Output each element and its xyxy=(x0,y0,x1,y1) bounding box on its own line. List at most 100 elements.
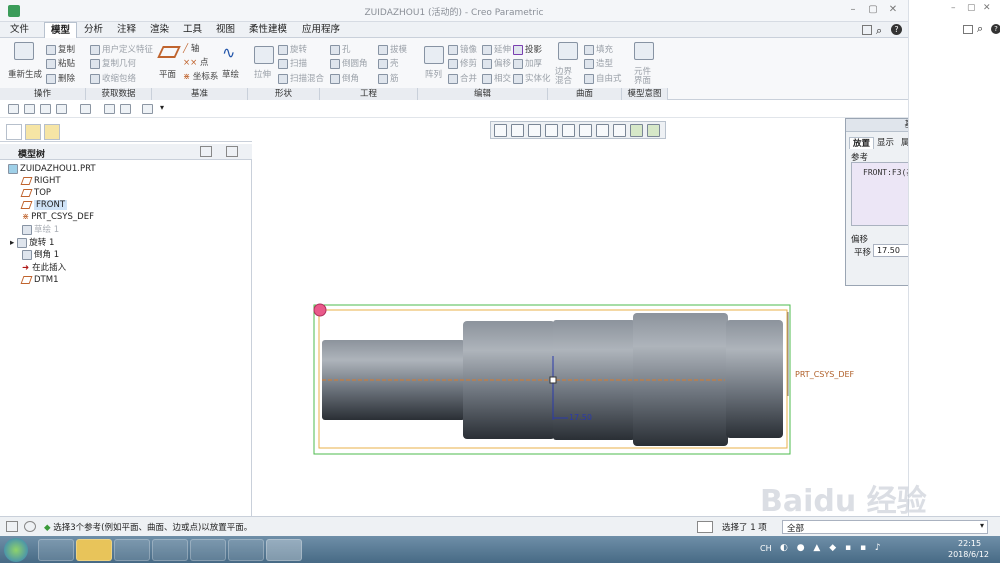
filter-dropdown-icon[interactable]: ▾ xyxy=(980,521,984,530)
sweep-button[interactable]: 扫描 xyxy=(278,57,307,69)
view-manager-icon[interactable] xyxy=(596,124,609,137)
taskbar-explorer-icon[interactable] xyxy=(76,539,112,561)
tree-item-top[interactable]: TOP xyxy=(20,187,51,199)
solidify-button[interactable]: 实体化 xyxy=(513,72,551,84)
zoom-in-icon[interactable] xyxy=(511,124,524,137)
pattern-icon[interactable] xyxy=(424,46,444,64)
hole-button[interactable]: 孔 xyxy=(330,43,351,55)
copy-button[interactable]: 复制 xyxy=(46,43,75,55)
browser-close-icon[interactable]: ✕ xyxy=(983,3,991,13)
group-editing[interactable]: 编辑 xyxy=(418,88,548,100)
menu-tools[interactable]: 工具 xyxy=(177,22,208,38)
tree-item-front[interactable]: FRONT xyxy=(20,199,68,211)
group-model-intent[interactable]: 模型意图 xyxy=(622,88,668,100)
menu-render[interactable]: 渲染 xyxy=(144,22,175,38)
group-engineering[interactable]: 工程 xyxy=(320,88,418,100)
component-interface-icon[interactable] xyxy=(634,42,654,60)
project-button[interactable]: 投影 xyxy=(513,43,542,55)
group-get-data[interactable]: 获取数据 xyxy=(86,88,152,100)
menu-apps[interactable]: 应用程序 xyxy=(296,22,346,38)
group-surfaces[interactable]: 曲面 xyxy=(548,88,622,100)
regenerate-button[interactable]: 重新生成 xyxy=(8,68,42,80)
draft-button[interactable]: 拔模 xyxy=(378,43,407,55)
rib-button[interactable]: 筋 xyxy=(378,72,399,84)
tree-item-right[interactable]: RIGHT xyxy=(20,175,61,187)
plane-icon[interactable] xyxy=(157,46,181,58)
browser-collapse-icon[interactable] xyxy=(963,25,973,34)
repaint-icon[interactable] xyxy=(545,124,558,137)
paste-button[interactable]: 粘贴 xyxy=(46,57,75,69)
datum-display-icon[interactable] xyxy=(630,124,643,137)
browser-maximize-icon[interactable]: ▢ xyxy=(967,3,976,13)
group-operations[interactable]: 操作 xyxy=(0,88,86,100)
style-button[interactable]: 造型 xyxy=(584,57,613,69)
extrude-button[interactable]: 拉伸 xyxy=(254,68,271,80)
selection-filter-icon[interactable] xyxy=(697,521,713,533)
tab-display[interactable]: 显示 xyxy=(874,137,897,149)
group-datum[interactable]: 基准 xyxy=(152,88,248,100)
shrinkwrap-button[interactable]: 收缩包络 xyxy=(90,72,136,84)
boundary-blend-button[interactable]: 边界混合 xyxy=(555,68,579,86)
clock-time[interactable]: 22:15 xyxy=(958,539,981,548)
browser-minimize-icon[interactable]: – xyxy=(951,3,956,13)
sketch-button[interactable]: 草绘 xyxy=(222,68,239,80)
tree-item-part[interactable]: ZUIDAZHOU1.PRT xyxy=(8,163,96,175)
saved-orientations-icon[interactable] xyxy=(579,124,592,137)
swept-blend-button[interactable]: 扫描混合 xyxy=(278,72,324,84)
merge-button[interactable]: 合并 xyxy=(448,72,477,84)
offset-button[interactable]: 偏移 xyxy=(482,57,511,69)
display-style-icon[interactable] xyxy=(562,124,575,137)
menu-model[interactable]: 模型 xyxy=(44,22,78,38)
windows-icon[interactable] xyxy=(120,104,131,114)
sketch-icon[interactable]: ∿ xyxy=(222,43,235,62)
axis-button[interactable]: ╱ 轴 xyxy=(183,42,199,54)
regenerate-icon[interactable] xyxy=(14,42,34,60)
plane-button[interactable]: 平面 xyxy=(159,68,176,80)
model-tree-tab-icon[interactable] xyxy=(6,124,22,140)
component-interface-button[interactable]: 元件界面 xyxy=(634,68,654,86)
round-button[interactable]: 倒圆角 xyxy=(330,57,368,69)
maximize-icon[interactable]: ▢ xyxy=(866,4,880,16)
freestyle-button[interactable]: 自由式 xyxy=(584,72,622,84)
delete-button[interactable]: 删除 xyxy=(46,72,75,84)
tree-item-chamfer[interactable]: 倒角 1 xyxy=(22,249,59,261)
mirror-button[interactable]: 镜像 xyxy=(448,43,477,55)
copy-geometry-button[interactable]: 复制几何 xyxy=(90,57,136,69)
customize-dropdown-icon[interactable]: ▾ xyxy=(160,103,164,112)
filter-dropdown[interactable]: 全部 ▾ xyxy=(782,520,988,534)
minimize-icon[interactable]: – xyxy=(846,4,860,16)
extrude-icon[interactable] xyxy=(254,46,274,64)
help-icon[interactable]: ? xyxy=(891,24,902,35)
pattern-button[interactable]: 阵列 xyxy=(425,68,442,80)
refit-icon[interactable] xyxy=(494,124,507,137)
udf-button[interactable]: 用户定义特征 xyxy=(90,43,153,55)
menu-analysis[interactable]: 分析 xyxy=(78,22,109,38)
graphics-area[interactable] xyxy=(300,296,860,461)
close-icon[interactable]: ✕ xyxy=(886,4,900,16)
fill-button[interactable]: 填充 xyxy=(584,43,613,55)
close-window-icon[interactable] xyxy=(142,104,153,114)
tree-item-insert-here[interactable]: ➜ 在此插入 xyxy=(22,262,66,274)
trim-button[interactable]: 修剪 xyxy=(448,57,477,69)
redo-icon[interactable] xyxy=(80,104,91,114)
undo-icon[interactable] xyxy=(56,104,67,114)
taskbar-browser-icon[interactable] xyxy=(38,539,74,561)
tree-settings-icon[interactable] xyxy=(200,146,212,157)
shell-button[interactable]: 壳 xyxy=(378,57,399,69)
start-button-icon[interactable] xyxy=(4,538,28,562)
save-icon[interactable] xyxy=(40,104,51,114)
revolve-button[interactable]: 旋转 xyxy=(278,43,307,55)
browser-search-icon[interactable]: ⌕ xyxy=(977,22,983,36)
status-nav-icon[interactable] xyxy=(24,521,36,532)
thicken-button[interactable]: 加厚 xyxy=(513,57,542,69)
tree-item-csys[interactable]: ⋇ PRT_CSYS_DEF xyxy=(22,211,94,223)
zoom-out-icon[interactable] xyxy=(528,124,541,137)
point-button[interactable]: ×× 点 xyxy=(183,56,208,68)
chamfer-button[interactable]: 倒角 xyxy=(330,72,359,84)
csys-button[interactable]: ⋇ 坐标系 xyxy=(183,70,218,82)
perspective-icon[interactable] xyxy=(613,124,626,137)
extend-button[interactable]: 延伸 xyxy=(482,43,511,55)
ime-indicator[interactable]: CH xyxy=(760,544,772,553)
expand-icon[interactable]: ▸ xyxy=(10,238,14,248)
taskbar-creo-icon[interactable] xyxy=(266,539,302,561)
